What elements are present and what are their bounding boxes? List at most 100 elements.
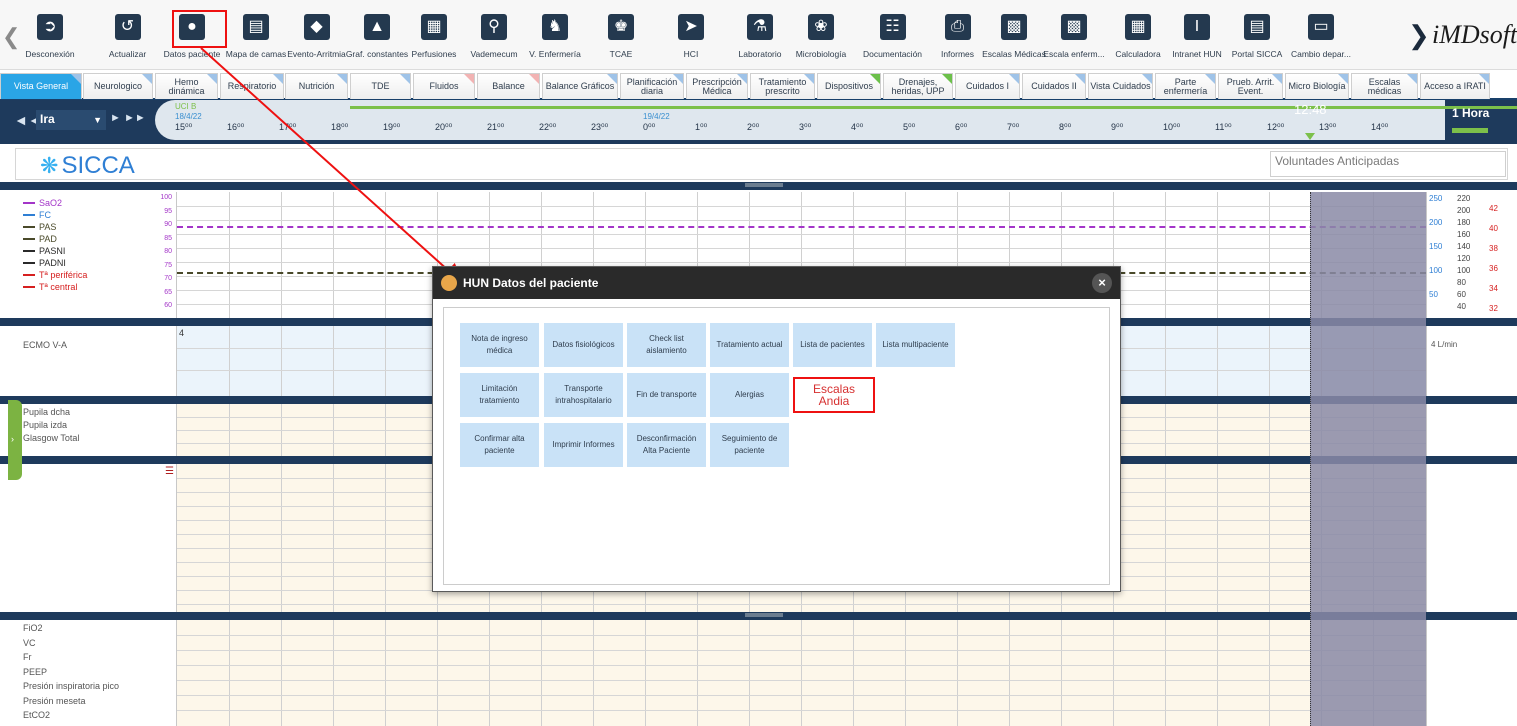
toolbar-button-tcae[interactable]: ♚ TCAE	[590, 2, 652, 66]
toolbar-button-mapa-de-camas[interactable]: ▤ Mapa de camas	[225, 2, 287, 66]
toolbar-button-informes[interactable]: ⎙ Informes	[930, 2, 985, 66]
vital-legend-item[interactable]: FC	[23, 210, 51, 220]
dialog-button-imprimir-informes[interactable]: Imprimir Informes	[544, 423, 623, 467]
toolbar-button-label: Vademecum	[470, 49, 518, 59]
tab-fluidos[interactable]: Fluidos	[413, 73, 475, 99]
toolbar-button-v-enfermer-a[interactable]: ♞ V. Enfermería	[525, 2, 585, 66]
tab-micro-biolog-a[interactable]: Micro Biología	[1285, 73, 1349, 99]
tab-tratamiento-prescrito[interactable]: Tratamiento prescrito	[750, 73, 815, 99]
toolbar-button-evento-arritmia[interactable]: ◆ Evento-Arritmia	[285, 2, 348, 66]
toolbar-button-laboratorio[interactable]: ⚗ Laboratorio	[730, 2, 790, 66]
toolbar-button-vademecum[interactable]: ⚲ Vademecum	[465, 2, 523, 66]
dialog-button-escalas-andia[interactable]: Escalas Andia	[793, 377, 875, 413]
right-scale-b-tick: 60	[1457, 290, 1466, 299]
timeline-forward-button[interactable]: ► ►►	[110, 112, 146, 124]
toolbar-button-microbiolog-a[interactable]: ❀ Microbiología	[790, 2, 852, 66]
toolbar-scroll-left-icon[interactable]: ❮	[2, 24, 20, 50]
toolbar-button-escalas-m-dicas[interactable]: ▩ Escalas Médicas	[982, 2, 1046, 66]
tab-nutrici-n[interactable]: Nutrición	[285, 73, 348, 99]
tab-cuidados-i[interactable]: Cuidados I	[955, 73, 1020, 99]
dialog-button-transporte-intrahospitalario[interactable]: Transporte intrahospitalario	[544, 373, 623, 417]
tab-parte-enfermer-a[interactable]: Parte enfermería	[1155, 73, 1216, 99]
tab-planificaci-n-diaria[interactable]: Planificación diaria	[620, 73, 684, 99]
tab-cuidados-ii[interactable]: Cuidados II	[1022, 73, 1086, 99]
vital-legend-item[interactable]: PAS	[23, 222, 56, 232]
dialog-button-seguimiento-de-paciente[interactable]: Seguimiento de paciente	[710, 423, 789, 467]
tab-acceso-a-irati[interactable]: Acceso a IRATI	[1420, 73, 1490, 99]
tab-corner	[1479, 74, 1489, 84]
left-scale-tick: 75	[164, 261, 172, 269]
toolbar-button-label: Escalas Médicas	[982, 49, 1046, 59]
department-icon: ▭	[1306, 12, 1336, 42]
tab-corner	[464, 74, 474, 84]
tab-hemo-din-mica[interactable]: Hemo dinámica	[155, 73, 218, 99]
time-scale-slider[interactable]	[1452, 128, 1488, 133]
toolbar-button-label: Cambio depar...	[1290, 49, 1351, 59]
tab-vista-cuidados[interactable]: Vista Cuidados	[1088, 73, 1153, 99]
tab-escalas-m-dicas[interactable]: Escalas médicas	[1351, 73, 1418, 99]
dialog-button-datos-fisiol-gicos[interactable]: Datos fisiológicos	[544, 323, 623, 367]
toolbar-button-cambio-depar[interactable]: ▭ Cambio depar...	[1290, 2, 1352, 66]
vital-legend-item[interactable]: PASNI	[23, 246, 65, 256]
grid-vline	[385, 326, 386, 396]
dialog-button-desconfirmaci-n-alta-paciente[interactable]: Desconfirmación Alta Paciente	[627, 423, 706, 467]
tab-prescripci-n-m-dica[interactable]: Prescripción Médica	[686, 73, 748, 99]
legend-swatch-icon	[23, 238, 35, 240]
toolbar-button-hci[interactable]: ➤ HCI	[660, 2, 722, 66]
legend-label: Tª central	[39, 282, 78, 292]
tab-respiratorio[interactable]: Respiratorio	[220, 73, 284, 99]
dialog-button-tratamiento-actual[interactable]: Tratamiento actual	[710, 323, 789, 367]
close-icon[interactable]: ×	[1092, 273, 1112, 293]
grid-hline	[177, 710, 1426, 711]
side-drawer-tab[interactable]: ›	[8, 400, 22, 480]
vital-legend-item[interactable]: Tª central	[23, 282, 77, 292]
toolbar-button-intranet-hun[interactable]: I Intranet HUN	[1168, 2, 1226, 66]
toolbar-button-portal-sicca[interactable]: ▤ Portal SICCA	[1228, 2, 1286, 66]
tab-vista-general[interactable]: Vista General	[0, 73, 82, 99]
dialog-button-fin-de-transporte[interactable]: Fin de transporte	[627, 373, 706, 417]
dialog-button-alergias[interactable]: Alergias	[710, 373, 789, 417]
vital-legend-item[interactable]: SaO2	[23, 198, 62, 208]
toolbar-button-escala-enferm[interactable]: ▩ Escala enferm...	[1043, 2, 1105, 66]
toolbar-button-actualizar[interactable]: ↺ Actualizar	[105, 2, 150, 66]
dialog-button-limitaci-n-tratamiento[interactable]: Limitación tratamiento	[460, 373, 539, 417]
right-scale-b-tick: 180	[1457, 218, 1471, 227]
notes-icon[interactable]: ☰	[165, 466, 174, 477]
tab-prueb-arrit-event[interactable]: Prueb. Arrit. Event.	[1218, 73, 1283, 99]
vital-legend-item[interactable]: Tª periférica	[23, 270, 87, 280]
vital-legend-item[interactable]: PADNI	[23, 258, 66, 268]
toolbar-button-graf-constantes[interactable]: ▲ Graf. constantes	[346, 2, 408, 66]
toolbar-button-perfusiones[interactable]: ▦ Perfusiones	[405, 2, 463, 66]
toolbar-button-calculadora[interactable]: ▦ Calculadora	[1110, 2, 1166, 66]
resize-handle[interactable]	[745, 183, 783, 187]
dialog-button-lista-multipaciente[interactable]: Lista multipaciente	[876, 323, 955, 367]
resize-handle[interactable]	[745, 613, 783, 617]
timeline-goto-select[interactable]: Ira ▼	[36, 110, 106, 130]
toolbar-scroll-right-icon[interactable]: ❯	[1408, 20, 1430, 51]
tab-label: Balance	[492, 81, 525, 91]
tab-dispositivos[interactable]: Dispositivos	[817, 73, 881, 99]
hour-tick: 23⁰⁰	[591, 122, 609, 132]
tab-neurologico[interactable]: Neurologico	[83, 73, 153, 99]
dialog-button-confirmar-alta-paciente[interactable]: Confirmar alta paciente	[460, 423, 539, 467]
dialog-button-check-list-aislamiento[interactable]: Check list aislamiento	[627, 323, 706, 367]
resp-row-label: EtCO2	[23, 710, 51, 720]
timeline-strip[interactable]: UCI B 18/4/22 19/4/22 15⁰⁰ 16⁰⁰ 17⁰⁰ 18⁰⁰ 19…	[155, 100, 1517, 140]
dialog-button-nota-de-ingreso-m-dica[interactable]: Nota de ingreso médica	[460, 323, 539, 367]
toolbar-button-desconexi-n[interactable]: ➲ Desconexión	[20, 2, 80, 66]
toolbar-button-label: Portal SICCA	[1231, 49, 1283, 59]
time-scale[interactable]: 1 Hora	[1452, 106, 1489, 120]
vital-legend-item[interactable]: PAD	[23, 234, 57, 244]
tab-drenajes-heridas-upp[interactable]: Drenajes, heridas, UPP	[883, 73, 953, 99]
tab-tde[interactable]: TDE	[350, 73, 411, 99]
voluntades-anticipadas-field[interactable]: Voluntades Anticipadas	[1270, 151, 1506, 177]
resp-zone[interactable]	[177, 620, 1426, 726]
arrhythmia-icon: ◆	[302, 12, 332, 42]
dialog-button-lista-de-pacientes[interactable]: Lista de pacientes	[793, 323, 872, 367]
tab-balance-gr-ficos[interactable]: Balance Gráficos	[542, 73, 618, 99]
now-marker-icon	[1305, 133, 1315, 140]
resp-row-label: FiO2	[23, 623, 43, 633]
toolbar-button-documentaci-n[interactable]: ☷ Documentación	[855, 2, 930, 66]
tab-balance[interactable]: Balance	[477, 73, 540, 99]
hour-tick: 7⁰⁰	[1007, 122, 1020, 132]
